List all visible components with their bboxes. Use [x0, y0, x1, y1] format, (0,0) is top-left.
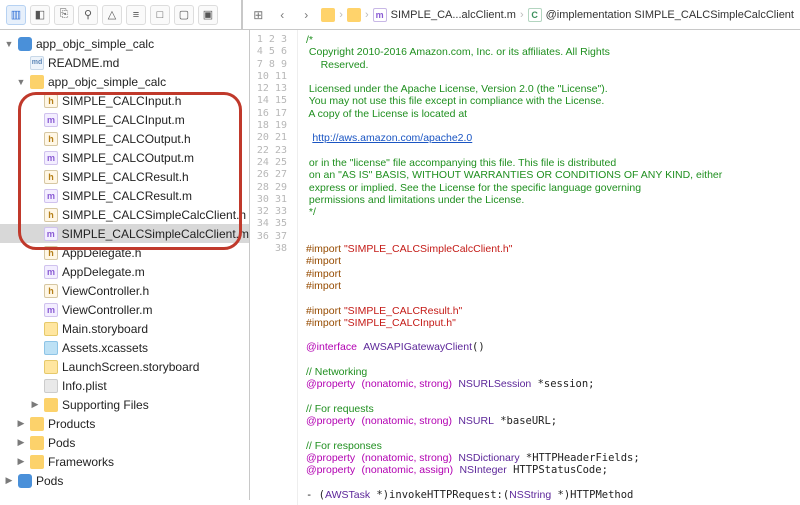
folder-icon: [44, 398, 58, 412]
h-file-icon: h: [44, 170, 58, 184]
file-item[interactable]: LaunchScreen.storyboard: [0, 357, 249, 376]
project-navigator[interactable]: ▼app_objc_simple_calc mdREADME.md ▼app_o…: [0, 30, 250, 500]
file-item[interactable]: mSIMPLE_CALCResult.m: [0, 186, 249, 205]
m-file-icon: m: [44, 113, 58, 127]
file-item[interactable]: mSIMPLE_CALCOutput.m: [0, 148, 249, 167]
folder-icon: [347, 8, 361, 22]
back-icon[interactable]: ‹: [273, 6, 291, 24]
m-file-icon: m: [44, 151, 58, 165]
m-file-icon: m: [373, 8, 387, 22]
file-item[interactable]: Assets.xcassets: [0, 338, 249, 357]
navigator-toolbar: ▥ ◧ ⎘ ⚲ △ ≡ □ ▢ ▣: [0, 0, 242, 29]
h-file-icon: h: [44, 284, 58, 298]
source-control-icon[interactable]: ◧: [30, 5, 50, 25]
breadcrumb-symbol: @implementation SIMPLE_CALCSimpleCalcCli…: [546, 9, 794, 21]
story-file-icon: [44, 360, 58, 374]
m-file-icon: m: [44, 189, 58, 203]
folder-icon: [30, 417, 44, 431]
file-item[interactable]: mAppDelegate.m: [0, 262, 249, 281]
m-file-icon: m: [44, 227, 58, 241]
forward-icon[interactable]: ›: [297, 6, 315, 24]
find-navigator-icon[interactable]: ⚲: [78, 5, 98, 25]
code-area[interactable]: /* Copyright 2010-2016 Amazon.com, Inc. …: [298, 30, 800, 505]
report-navigator-icon[interactable]: ▣: [198, 5, 218, 25]
h-file-icon: h: [44, 132, 58, 146]
project-navigator-icon[interactable]: ▥: [6, 5, 26, 25]
m-file-icon: m: [44, 265, 58, 279]
file-item[interactable]: hSIMPLE_CALCOutput.h: [0, 129, 249, 148]
project-icon: [18, 37, 32, 51]
file-item[interactable]: mSIMPLE_CALCInput.m: [0, 110, 249, 129]
file-item[interactable]: hSIMPLE_CALCSimpleCalcClient.h: [0, 205, 249, 224]
folder-icon: [30, 75, 44, 89]
group-item[interactable]: Supporting Files: [62, 398, 149, 412]
class-icon: C: [528, 8, 542, 22]
file-item[interactable]: mViewController.m: [0, 300, 249, 319]
file-item[interactable]: Info.plist: [0, 376, 249, 395]
project-item[interactable]: Pods: [36, 474, 63, 488]
test-navigator-icon[interactable]: ≡: [126, 5, 146, 25]
h-file-icon: h: [44, 246, 58, 260]
group-item[interactable]: Pods: [48, 436, 75, 450]
editor-jump-bar: ⊞ ‹ › › › m SIMPLE_CA...alcClient.m › C …: [242, 0, 800, 29]
file-item[interactable]: mSIMPLE_CALCSimpleCalcClient.m: [0, 224, 249, 243]
folder-icon: [30, 436, 44, 450]
file-item[interactable]: hAppDelegate.h: [0, 243, 249, 262]
project-root[interactable]: app_objc_simple_calc: [36, 37, 154, 51]
file-item[interactable]: README.md: [48, 56, 119, 70]
breadcrumb[interactable]: › › m SIMPLE_CA...alcClient.m › C @imple…: [321, 8, 794, 22]
file-item[interactable]: hSIMPLE_CALCInput.h: [0, 91, 249, 110]
assets-file-icon: [44, 341, 58, 355]
file-item[interactable]: hSIMPLE_CALCResult.h: [0, 167, 249, 186]
group-item[interactable]: app_objc_simple_calc: [48, 75, 166, 89]
related-items-icon[interactable]: ⊞: [249, 6, 267, 24]
breadcrumb-file: SIMPLE_CA...alcClient.m: [391, 9, 516, 21]
doc-icon: md: [30, 56, 44, 70]
file-item[interactable]: Main.storyboard: [0, 319, 249, 338]
code-editor[interactable]: 1 2 3 4 5 6 7 8 9 10 11 12 13 14 15 16 1…: [250, 30, 800, 505]
group-item[interactable]: Frameworks: [48, 455, 114, 469]
folder-icon: [30, 455, 44, 469]
symbol-navigator-icon[interactable]: ⎘: [54, 5, 74, 25]
debug-navigator-icon[interactable]: □: [150, 5, 170, 25]
m-file-icon: m: [44, 303, 58, 317]
top-toolbar-row: ▥ ◧ ⎘ ⚲ △ ≡ □ ▢ ▣ ⊞ ‹ › › › m SIMPLE_CA.…: [0, 0, 800, 30]
story-file-icon: [44, 322, 58, 336]
plist-file-icon: [44, 379, 58, 393]
issue-navigator-icon[interactable]: △: [102, 5, 122, 25]
h-file-icon: h: [44, 94, 58, 108]
file-item[interactable]: hViewController.h: [0, 281, 249, 300]
h-file-icon: h: [44, 208, 58, 222]
breakpoint-navigator-icon[interactable]: ▢: [174, 5, 194, 25]
folder-icon: [321, 8, 335, 22]
project-icon: [18, 474, 32, 488]
group-item[interactable]: Products: [48, 417, 95, 431]
line-gutter: 1 2 3 4 5 6 7 8 9 10 11 12 13 14 15 16 1…: [250, 30, 298, 505]
